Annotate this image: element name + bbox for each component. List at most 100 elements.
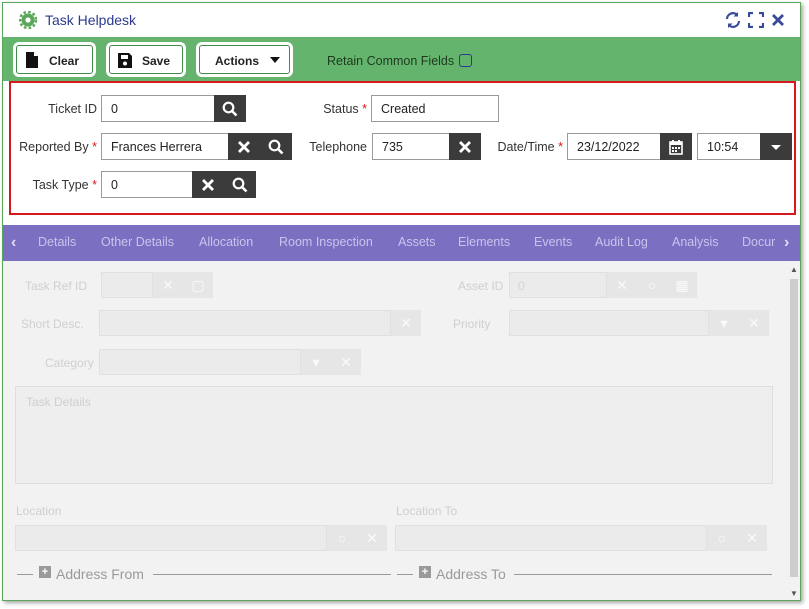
asset-id-grid-icon: ▦	[667, 272, 697, 298]
tab-other-details[interactable]: Other Details	[101, 235, 174, 249]
tab-scroll-left-icon[interactable]: ‹	[11, 234, 16, 252]
location-input	[15, 525, 327, 551]
task-type-input[interactable]: 0	[101, 171, 193, 198]
task-helpdesk-window: Task Helpdesk Clear Save Actions Retain …	[2, 2, 801, 601]
tab-bar: ‹ Details Other Details Allocation Room …	[3, 225, 800, 261]
time-input[interactable]: 10:54	[697, 133, 761, 160]
clear-x-icon	[459, 141, 471, 153]
ticket-id-search-button[interactable]	[214, 95, 246, 122]
tab-room-inspection[interactable]: Room Inspection	[279, 235, 373, 249]
details-panel: Task Ref ID ✕ ▢ Asset ID 0 ✕ ○ ▦ Short D…	[3, 261, 800, 600]
tab-events[interactable]: Events	[534, 235, 572, 249]
vertical-scrollbar[interactable]: ▲ ▼	[789, 265, 799, 599]
tab-details[interactable]: Details	[38, 235, 76, 249]
datetime-label: Date/Time *	[497, 140, 563, 154]
tab-elements[interactable]: Elements	[458, 235, 510, 249]
scroll-thumb[interactable]	[790, 279, 798, 577]
search-icon	[232, 177, 248, 193]
save-button[interactable]: Save	[106, 42, 186, 77]
telephone-input[interactable]: 735	[372, 133, 450, 160]
tab-allocation[interactable]: Allocation	[199, 235, 253, 249]
telephone-clear-button[interactable]	[449, 133, 481, 160]
app-gear-icon	[19, 11, 37, 29]
refresh-icon[interactable]	[723, 10, 743, 30]
priority-clear-icon: ✕	[739, 310, 769, 336]
task-ref-label: Task Ref ID	[25, 279, 88, 293]
location-to-input	[395, 525, 707, 551]
priority-input	[509, 310, 709, 336]
search-icon	[268, 139, 284, 155]
category-label: Category	[45, 356, 94, 370]
ticket-header-form: Ticket ID 0 Status * Created Reported By…	[9, 81, 796, 215]
location-label: Location	[16, 504, 62, 518]
ticket-id-input[interactable]: 0	[101, 95, 215, 122]
asset-id-label: Asset ID	[458, 279, 504, 293]
retain-common-fields-label: Retain Common Fields	[327, 54, 455, 68]
clear-button[interactable]: Clear	[13, 42, 96, 77]
location-to-search-icon: ○	[707, 525, 737, 551]
task-type-label: Task Type *	[32, 178, 97, 192]
telephone-label: Telephone	[309, 140, 367, 154]
clear-x-icon	[238, 141, 250, 153]
toolbar: Clear Save Actions Retain Common Fields	[3, 37, 800, 81]
asset-id-search-icon: ○	[637, 272, 667, 298]
reported-by-search-button[interactable]	[260, 133, 292, 160]
calendar-icon	[669, 140, 683, 155]
reported-by-input[interactable]: Frances Herrera	[101, 133, 229, 160]
location-clear-icon: ✕	[357, 525, 387, 551]
new-document-icon	[26, 52, 38, 68]
divider	[153, 574, 391, 575]
task-details-textarea: Task Details	[15, 386, 773, 484]
task-type-clear-button[interactable]	[192, 171, 224, 198]
reported-by-clear-button[interactable]	[228, 133, 260, 160]
tab-documents[interactable]: Docur	[742, 235, 775, 249]
task-ref-clear-icon: ✕	[153, 272, 183, 298]
expand-plus-icon[interactable]: +	[39, 566, 51, 578]
divider	[397, 574, 413, 575]
ticket-id-label: Ticket ID	[48, 102, 97, 116]
divider	[514, 574, 772, 575]
retain-common-fields-checkbox[interactable]	[459, 54, 472, 67]
maximize-icon[interactable]	[746, 10, 766, 30]
caret-down-icon	[270, 57, 280, 63]
tab-audit-log[interactable]: Audit Log	[595, 235, 648, 249]
category-clear-icon: ✕	[331, 349, 361, 375]
scroll-up-icon[interactable]: ▲	[789, 265, 799, 275]
address-to-label: Address To	[436, 566, 506, 582]
date-picker-button[interactable]	[660, 133, 692, 160]
scroll-down-icon[interactable]: ▼	[789, 589, 799, 599]
clear-x-icon	[202, 179, 214, 191]
reported-by-label: Reported By *	[19, 140, 97, 154]
task-ref-search-icon: ▢	[183, 272, 213, 298]
divider	[17, 574, 33, 575]
priority-dropdown-icon: ▾	[709, 310, 739, 336]
asset-id-clear-icon: ✕	[607, 272, 637, 298]
search-icon	[222, 101, 238, 117]
address-from-label: Address From	[56, 566, 144, 582]
tab-assets[interactable]: Assets	[398, 235, 436, 249]
actions-dropdown-button[interactable]: Actions	[196, 42, 293, 77]
category-input	[99, 349, 301, 375]
tab-analysis[interactable]: Analysis	[672, 235, 719, 249]
expand-plus-icon[interactable]: +	[419, 566, 431, 578]
tab-scroll-right-icon[interactable]: ›	[784, 234, 789, 252]
priority-label: Priority	[453, 317, 491, 331]
task-type-search-button[interactable]	[224, 171, 256, 198]
save-disk-icon	[118, 53, 132, 68]
category-dropdown-icon: ▾	[301, 349, 331, 375]
title-bar: Task Helpdesk	[3, 3, 800, 37]
short-desc-input	[99, 310, 391, 336]
short-desc-label: Short Desc.	[21, 317, 84, 331]
location-to-clear-icon: ✕	[737, 525, 767, 551]
close-icon[interactable]	[768, 10, 788, 30]
short-desc-clear-icon: ✕	[391, 310, 421, 336]
date-input[interactable]: 23/12/2022	[567, 133, 661, 160]
window-title: Task Helpdesk	[45, 12, 137, 28]
task-ref-input	[101, 272, 153, 298]
location-to-label: Location To	[396, 504, 458, 518]
caret-down-icon	[771, 145, 781, 150]
status-input[interactable]: Created	[371, 95, 499, 122]
asset-id-input: 0	[509, 272, 607, 298]
time-dropdown-button[interactable]	[760, 133, 792, 160]
status-label: Status *	[323, 102, 367, 116]
